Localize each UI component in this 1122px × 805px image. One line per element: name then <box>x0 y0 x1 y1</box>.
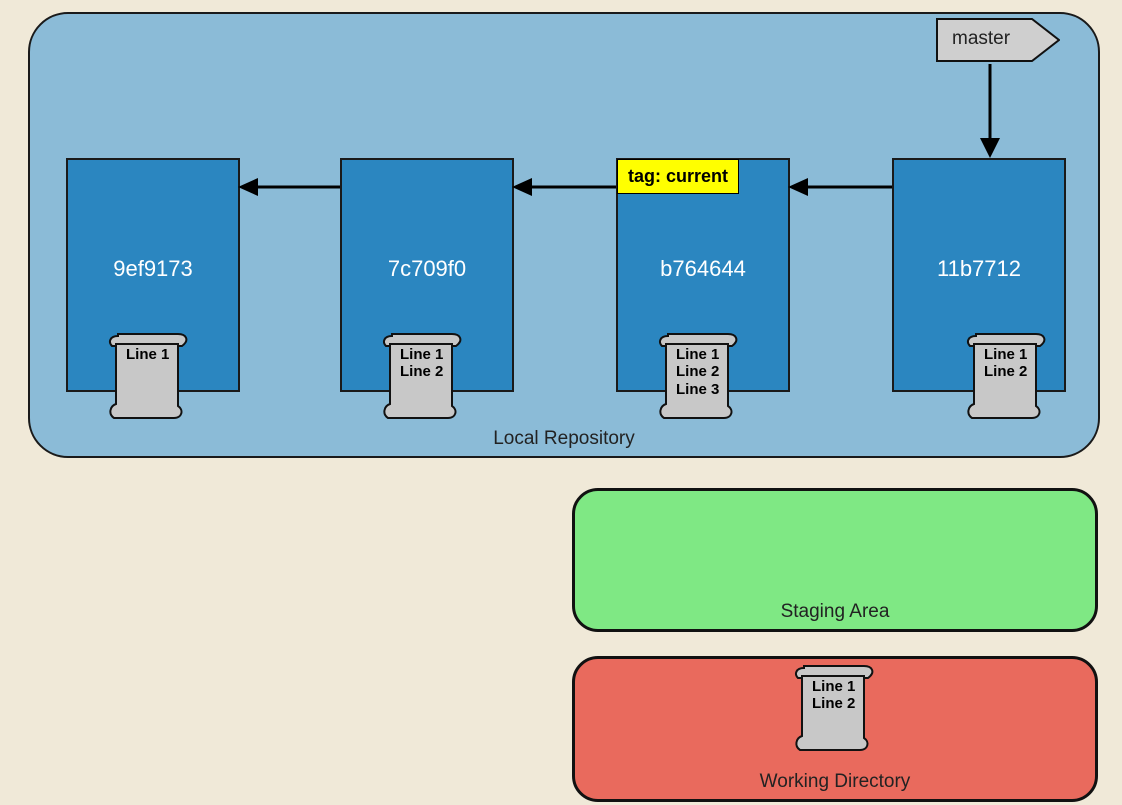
branch-pointer-master: master <box>936 18 1060 62</box>
arrow-commit-2-to-1 <box>510 172 618 202</box>
file-scroll-commit-1: Line 1 Line 2 <box>378 332 468 422</box>
file-scroll-commit-0: Line 1 <box>104 332 194 422</box>
tag-current: tag: current <box>617 159 739 194</box>
commit-hash: b764644 <box>618 256 788 282</box>
file-contents: Line 1 Line 2 Line 3 <box>676 346 719 398</box>
commit-hash: 11b7712 <box>894 256 1064 282</box>
staging-area-label: Staging Area <box>781 601 890 623</box>
arrow-commit-3-to-2 <box>786 172 894 202</box>
commit-hash: 9ef9173 <box>68 256 238 282</box>
arrow-master-to-commit <box>970 62 1010 162</box>
branch-pointer-label: master <box>952 28 1010 50</box>
commit-hash: 7c709f0 <box>342 256 512 282</box>
file-scroll-commit-2: Line 1 Line 2 Line 3 <box>654 332 744 422</box>
file-contents: Line 1 Line 2 <box>984 346 1027 381</box>
file-contents: Line 1 Line 2 <box>400 346 443 381</box>
file-contents: Line 1 <box>126 346 169 363</box>
file-contents: Line 1 Line 2 <box>812 678 855 713</box>
file-scroll-working-dir: Line 1 Line 2 <box>790 664 880 754</box>
local-repository-label: Local Repository <box>493 428 635 450</box>
staging-area-panel: Staging Area <box>572 488 1098 632</box>
working-directory-label: Working Directory <box>760 771 911 793</box>
arrow-commit-1-to-0 <box>236 172 342 202</box>
file-scroll-commit-3: Line 1 Line 2 <box>962 332 1052 422</box>
